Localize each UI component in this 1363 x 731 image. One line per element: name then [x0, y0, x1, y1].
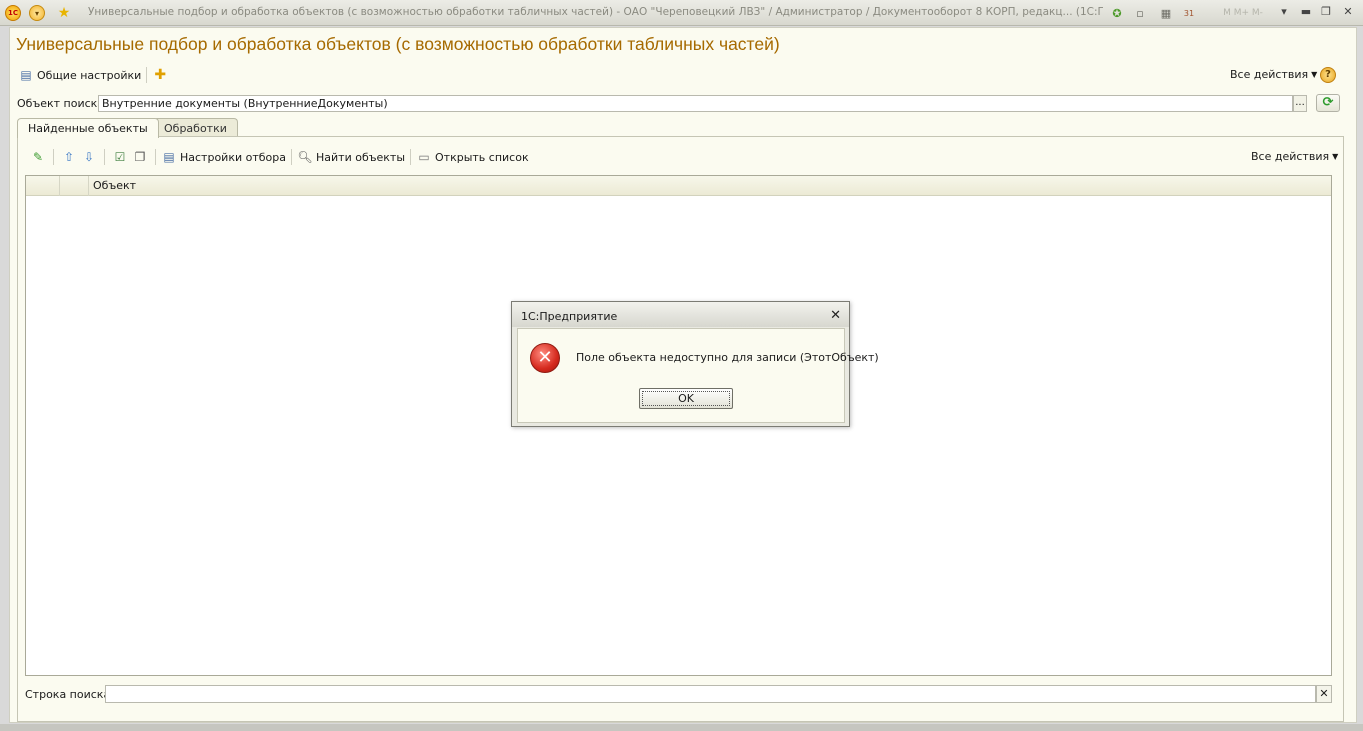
main-menu-icon[interactable]: ▾ — [29, 5, 45, 21]
ok-button[interactable]: OK — [639, 388, 733, 409]
divider — [53, 149, 54, 165]
chevron-down-icon: ▼ — [1311, 70, 1318, 79]
tab-processings[interactable]: Обработки — [153, 118, 238, 137]
open-list-button[interactable]: ▭ Открыть список — [416, 149, 529, 165]
taskbar-strip — [0, 724, 1363, 731]
filter-settings-icon: ▤ — [163, 150, 175, 164]
refresh-icon[interactable]: ⟳ — [1316, 94, 1340, 112]
column-header-check[interactable] — [60, 176, 89, 196]
calendar-icon[interactable]: 31 — [1181, 5, 1197, 21]
search-icon: 🔍︎ — [297, 150, 313, 164]
minimize-icon[interactable]: ▬ — [1298, 5, 1314, 19]
chevron-down-icon: ▼ — [1332, 152, 1339, 161]
column-header-object[interactable]: Объект — [89, 176, 1331, 196]
divider — [146, 67, 148, 83]
search-object-field[interactable]: Внутренние документы (ВнутренниеДокумент… — [98, 95, 1293, 112]
close-icon[interactable]: ✕ — [830, 308, 841, 323]
search-string-label: Строка поиска: — [25, 688, 114, 701]
dropdown-icon[interactable]: ▾ — [1276, 5, 1292, 19]
history-icon[interactable]: ✪ — [1109, 5, 1125, 21]
dialog-message: Поле объекта недоступно для записи (Этот… — [576, 351, 879, 364]
all-actions-label: Все действия — [1230, 68, 1309, 81]
window-title: Универсальные подбор и обработка объекто… — [88, 6, 1103, 18]
memory-icon[interactable]: M M+ M- — [1213, 5, 1273, 21]
tab-found-objects[interactable]: Найденные объекты — [17, 118, 159, 138]
find-objects-label: Найти объекты — [316, 150, 406, 164]
error-dialog: 1С:Предприятие ✕ ✕ Поле объекта недоступ… — [511, 301, 879, 427]
add-favorite-icon[interactable]: ✚ — [152, 67, 168, 83]
move-down-icon[interactable]: ⇩ — [79, 148, 99, 166]
dialog-title: 1С:Предприятие — [512, 302, 849, 327]
open-list-label: Открыть список — [435, 150, 529, 164]
all-actions-button-table[interactable]: Все действия ▼ — [1251, 150, 1338, 163]
divider — [410, 149, 412, 165]
divider — [155, 149, 156, 165]
calculator-icon[interactable]: ▦ — [1158, 5, 1174, 21]
restore-icon[interactable]: ❐ — [1318, 5, 1334, 19]
find-objects-button[interactable]: 🔍︎ Найти объекты — [297, 149, 405, 165]
search-object-label: Объект поиска: — [17, 97, 108, 110]
window-title-bar: 1С ▾ ★ Универсальные подбор и обработка … — [0, 0, 1363, 26]
general-settings-label: Общие настройки — [37, 68, 142, 82]
command-bar: ▤ Общие настройки ✚ — [18, 66, 168, 84]
help-button[interactable]: ? — [1320, 67, 1336, 83]
edit-pencil-icon[interactable]: ✎ — [28, 148, 48, 166]
divider — [104, 149, 105, 165]
uncheck-all-icon[interactable]: ❐ — [130, 148, 150, 166]
found-objects-panel: ✎ ⇧ ⇩ ☑ ❐ ▤ Настройки отбора 🔍︎ Найти об… — [17, 136, 1344, 722]
search-string-input[interactable] — [105, 685, 1316, 703]
1c-logo-icon[interactable]: 1С — [5, 5, 21, 21]
clear-search-icon[interactable]: ✕ — [1316, 685, 1332, 703]
general-settings-button[interactable]: ▤ Общие настройки — [18, 67, 141, 83]
close-icon[interactable]: ✕ — [1340, 5, 1356, 19]
check-all-icon[interactable]: ☑ — [110, 148, 130, 166]
move-up-icon[interactable]: ⇧ — [59, 148, 79, 166]
page-title: Универсальные подбор и обработка объекто… — [16, 34, 780, 54]
all-actions-label: Все действия — [1251, 150, 1330, 163]
filter-settings-label: Настройки отбора — [180, 150, 286, 164]
divider — [291, 149, 292, 165]
error-icon: ✕ — [530, 343, 560, 373]
select-object-button[interactable]: ... — [1293, 95, 1307, 112]
column-header-mark[interactable] — [26, 176, 60, 196]
table-header: Объект — [26, 176, 1331, 196]
clipboard-icon[interactable]: ▫ — [1132, 5, 1148, 21]
favorites-star-icon[interactable]: ★ — [56, 5, 72, 21]
dialog-body: ✕ Поле объекта недоступно для записи (Эт… — [517, 328, 879, 423]
all-actions-button[interactable]: Все действия ▼ — [1230, 68, 1317, 81]
filter-settings-button[interactable]: ▤ Настройки отбора — [161, 149, 286, 165]
settings-table-icon: ▤ — [20, 68, 32, 82]
list-document-icon: ▭ — [418, 150, 430, 164]
found-objects-toolbar: ✎ ⇧ ⇩ ☑ ❐ ▤ Настройки отбора 🔍︎ Найти об… — [28, 147, 529, 167]
